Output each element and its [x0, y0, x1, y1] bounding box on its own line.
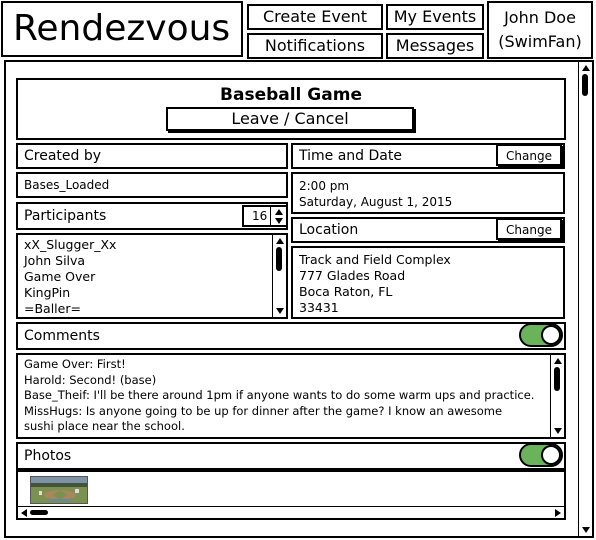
comment-item: Game Over: First!: [24, 357, 126, 371]
leave-cancel-label: Leave / Cancel: [231, 109, 349, 128]
scroll-thumb[interactable]: [554, 367, 560, 391]
comment-item: Base_Theif: I'll be there around 1pm if …: [24, 388, 535, 402]
photos-toggle[interactable]: [519, 443, 563, 467]
comments-scrollbar[interactable]: [550, 355, 564, 437]
change-time-label: Change: [506, 149, 552, 163]
time-date-field: 2:00 pm Saturday, August 1, 2015: [291, 172, 565, 214]
scroll-up-icon[interactable]: [276, 238, 284, 244]
comment-item: sushi place near the school.: [24, 419, 185, 433]
scroll-down-icon[interactable]: [276, 308, 284, 314]
notifications-label: Notifications: [264, 36, 366, 55]
create-event-label: Create Event: [262, 7, 368, 26]
toggle-knob: [541, 445, 561, 465]
notifications-button[interactable]: Notifications: [247, 33, 383, 59]
participant-item[interactable]: Game Over: [24, 269, 286, 285]
comment-item: MissHugs: Is anyone going to be up for d…: [24, 403, 503, 418]
participant-item[interactable]: John Silva: [24, 253, 286, 269]
toggle-knob: [541, 325, 561, 345]
change-location-label: Change: [506, 223, 552, 237]
location-label: Location: [299, 222, 359, 238]
my-events-button[interactable]: My Events: [386, 4, 484, 30]
scroll-thumb[interactable]: [276, 247, 282, 271]
leave-cancel-button[interactable]: Leave / Cancel: [166, 107, 414, 131]
location-field: Track and Field Complex 777 Glades Road …: [291, 246, 565, 319]
created-by-value: Bases_Loaded: [24, 178, 110, 192]
comments-label: Comments: [24, 328, 100, 344]
comments-list: Game Over: First! Harold: Second! (base)…: [16, 353, 566, 439]
date-value: Saturday, August 1, 2015: [299, 195, 453, 209]
photo-thumbnail[interactable]: [30, 476, 88, 504]
change-location-button[interactable]: Change: [496, 218, 562, 240]
photos-gallery: [16, 470, 566, 520]
stepper-up-icon[interactable]: [275, 209, 283, 215]
participants-count: 16: [252, 209, 268, 223]
comments-toggle[interactable]: [519, 323, 563, 347]
baseball-field-photo-icon: [31, 477, 87, 503]
messages-label: Messages: [395, 36, 475, 55]
location-line: 33431: [299, 300, 339, 315]
participants-label: Participants: [24, 208, 107, 224]
scroll-thumb[interactable]: [582, 74, 588, 96]
created-by-field: Bases_Loaded: [16, 172, 288, 198]
user-name: John Doe: [504, 8, 576, 27]
scroll-down-icon[interactable]: [582, 527, 590, 533]
scroll-left-icon[interactable]: [21, 509, 27, 517]
location-line: 777 Glades Road: [299, 268, 406, 283]
comment-item: Harold: Second! (base): [24, 372, 157, 387]
created-by-header: Created by: [16, 143, 288, 169]
scroll-right-icon[interactable]: [555, 509, 561, 517]
comments-header: Comments: [16, 322, 566, 350]
create-event-button[interactable]: Create Event: [247, 4, 383, 30]
app-logo[interactable]: Rendezvous: [1, 1, 243, 57]
photos-header: Photos: [16, 442, 566, 470]
messages-button[interactable]: Messages: [386, 33, 484, 59]
participant-item[interactable]: xX_Slugger_Xx: [24, 237, 286, 253]
scroll-thumb[interactable]: [30, 510, 48, 515]
participants-count-stepper[interactable]: 16: [242, 205, 288, 227]
time-date-label: Time and Date: [299, 148, 402, 164]
user-handle: (SwimFan): [498, 32, 582, 51]
participants-list: xX_Slugger_Xx John Silva Game Over KingP…: [16, 233, 288, 319]
participants-scrollbar[interactable]: [272, 235, 286, 317]
location-line: Track and Field Complex: [299, 252, 451, 267]
event-title: Baseball Game: [220, 85, 362, 105]
photos-label: Photos: [24, 448, 72, 464]
stepper-down-icon[interactable]: [275, 218, 283, 224]
scroll-up-icon[interactable]: [554, 358, 562, 364]
participant-item[interactable]: =Baller=: [24, 301, 286, 317]
location-line: Boca Raton, FL: [299, 284, 393, 299]
my-events-label: My Events: [393, 7, 477, 26]
page-scrollbar[interactable]: [578, 62, 592, 536]
time-value: 2:00 pm: [299, 179, 350, 193]
change-time-button[interactable]: Change: [496, 144, 562, 166]
user-profile-button[interactable]: John Doe (SwimFan): [487, 1, 593, 59]
photos-scrollbar[interactable]: [18, 506, 564, 518]
scroll-up-icon[interactable]: [582, 65, 590, 71]
participant-item[interactable]: KingPin: [24, 285, 286, 301]
created-by-label: Created by: [24, 148, 102, 164]
scroll-down-icon[interactable]: [554, 428, 562, 434]
app-title: Rendezvous: [13, 8, 231, 49]
